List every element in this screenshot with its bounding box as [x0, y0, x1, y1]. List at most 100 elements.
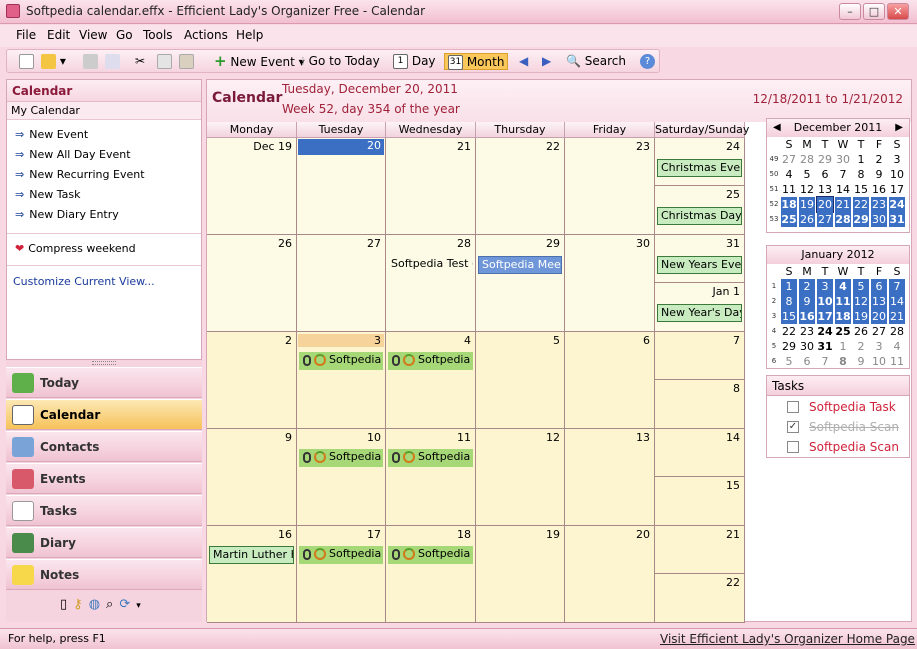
print-preview-icon[interactable]: [105, 53, 120, 70]
mini-day[interactable]: 12: [799, 182, 815, 197]
search-button[interactable]: 🔍 Search: [566, 53, 626, 70]
mini-day[interactable]: 25: [781, 212, 797, 227]
mini-day[interactable]: 26: [853, 324, 869, 339]
nav-notes[interactable]: Notes: [6, 559, 202, 590]
day-cell-thursday[interactable]: 12: [476, 429, 565, 526]
new-all-day-event-link[interactable]: ⇒ New All Day Event: [15, 148, 131, 161]
nav-events[interactable]: Events: [6, 463, 202, 494]
help-icon[interactable]: ?: [640, 53, 655, 70]
mini-day[interactable]: 7: [835, 167, 851, 182]
mini-day[interactable]: 6: [799, 354, 815, 369]
mini-day[interactable]: 16: [799, 309, 815, 324]
mini-day[interactable]: 30: [799, 339, 815, 354]
mini-day[interactable]: 19: [853, 309, 869, 324]
event-christmas-day[interactable]: Christmas Day (: [657, 207, 742, 225]
mini-day[interactable]: 25: [835, 324, 851, 339]
task-checkbox[interactable]: [787, 441, 799, 453]
cut-icon[interactable]: ✂: [135, 53, 145, 70]
day-cell-sunday[interactable]: 15: [655, 477, 745, 526]
month-view-button[interactable]: 31 Month: [444, 53, 509, 70]
day-cell-wednesday[interactable]: 18: [386, 526, 476, 623]
mini-day[interactable]: 10: [871, 354, 887, 369]
day-cell-wednesday[interactable]: 21: [386, 138, 476, 235]
event-martin-luther-king[interactable]: Martin Luther Kin: [209, 546, 294, 564]
day-cell-wednesday[interactable]: 11: [386, 429, 476, 526]
previous-arrow-icon[interactable]: ◀: [519, 53, 528, 70]
day-cell-friday[interactable]: 13: [565, 429, 655, 526]
day-cell-friday[interactable]: 20: [565, 526, 655, 623]
mini-day[interactable]: 30: [835, 152, 851, 167]
mini-day[interactable]: 21: [889, 309, 905, 324]
mini-day[interactable]: 12: [853, 294, 869, 309]
compress-weekend-link[interactable]: ❤ Compress weekend: [15, 242, 136, 255]
day-cell-tuesday[interactable]: 3: [297, 332, 386, 429]
day-cell-saturday[interactable]: 14: [655, 429, 745, 477]
mini-day[interactable]: 4: [781, 167, 797, 182]
mini-day[interactable]: 9: [871, 167, 887, 182]
menu-actions[interactable]: Actions: [184, 28, 228, 42]
mini-day[interactable]: 2: [799, 279, 815, 294]
new-recurring-event-link[interactable]: ⇒ New Recurring Event: [15, 168, 145, 181]
event-softpedia-recurring[interactable]: Softpedia: [299, 546, 383, 564]
nav-contacts[interactable]: Contacts: [6, 431, 202, 462]
mini-day[interactable]: 30: [871, 212, 887, 227]
mini-day[interactable]: 20: [816, 196, 834, 213]
task-checkbox[interactable]: [787, 401, 799, 413]
mini-day[interactable]: 27: [871, 324, 887, 339]
event-new-years-eve[interactable]: New Years Eve: [657, 256, 742, 274]
nav-today[interactable]: Today: [6, 367, 202, 398]
day-cell-friday[interactable]: 6: [565, 332, 655, 429]
new-diary-entry-link[interactable]: ⇒ New Diary Entry: [15, 208, 119, 221]
mini-day[interactable]: 20: [871, 309, 887, 324]
menu-tools[interactable]: Tools: [143, 28, 173, 42]
nav-tasks[interactable]: Tasks: [6, 495, 202, 526]
mini-day[interactable]: 14: [889, 294, 905, 309]
mini-day[interactable]: 31: [817, 339, 833, 354]
mini-day[interactable]: 18: [835, 309, 851, 324]
mini-day[interactable]: 11: [889, 354, 905, 369]
mini-day[interactable]: 14: [835, 182, 851, 197]
mini-day[interactable]: 13: [871, 294, 887, 309]
event-softpedia-recurring[interactable]: Softpedia: [299, 352, 383, 370]
open-folder-icon[interactable]: ▾: [41, 53, 66, 70]
customize-view-link[interactable]: Customize Current View...: [13, 275, 155, 288]
menu-go[interactable]: Go: [116, 28, 133, 42]
mini-day[interactable]: 26: [799, 212, 815, 227]
day-cell-sunday[interactable]: 22: [655, 574, 745, 623]
mini-day[interactable]: 13: [817, 182, 833, 197]
day-cell-monday[interactable]: 2: [207, 332, 297, 429]
day-cell-wednesday[interactable]: 4: [386, 332, 476, 429]
mini-day[interactable]: 4: [889, 339, 905, 354]
mini-day[interactable]: 8: [835, 354, 851, 369]
event-new-years-day[interactable]: New Year's Day: [657, 304, 742, 322]
go-to-today-button[interactable]: ⁝ Go to Today: [301, 53, 380, 70]
mini-day[interactable]: 5: [853, 279, 869, 294]
day-cell-monday[interactable]: Dec 19: [207, 138, 297, 235]
mini-day[interactable]: 17: [889, 182, 905, 197]
mini-day[interactable]: 2: [853, 339, 869, 354]
mini-day[interactable]: 8: [853, 167, 869, 182]
mini-day[interactable]: 6: [817, 167, 833, 182]
next-month-icon[interactable]: ▶: [895, 119, 903, 136]
mini-day[interactable]: 11: [835, 294, 851, 309]
nav-shortcut-icons[interactable]: ▯⚷◍⌕⟳▾: [60, 597, 147, 612]
menu-view[interactable]: View: [79, 28, 107, 42]
new-file-icon[interactable]: [19, 53, 34, 70]
event-softpedia-recurring[interactable]: Softpedia: [299, 449, 383, 467]
task-item[interactable]: ✓ Softpedia Scan: [767, 417, 909, 437]
mini-day[interactable]: 3: [871, 339, 887, 354]
day-cell-thursday[interactable]: 29: [476, 235, 565, 332]
home-page-link[interactable]: Visit Efficient Lady's Organizer Home Pa…: [660, 632, 915, 646]
new-task-link[interactable]: ⇒ New Task: [15, 188, 80, 201]
mini-day[interactable]: 9: [853, 354, 869, 369]
mini-day[interactable]: 5: [799, 167, 815, 182]
mini-day[interactable]: 2: [871, 152, 887, 167]
mini-day[interactable]: 27: [817, 212, 833, 227]
next-arrow-icon[interactable]: ▶: [542, 53, 551, 70]
new-event-button[interactable]: + New Event ▾: [214, 53, 305, 70]
mini-day[interactable]: 29: [853, 212, 869, 227]
mini-day[interactable]: 7: [889, 279, 905, 294]
mini-day[interactable]: 5: [781, 354, 797, 369]
day-cell-thursday[interactable]: 22: [476, 138, 565, 235]
minimize-button[interactable]: –: [839, 3, 861, 20]
